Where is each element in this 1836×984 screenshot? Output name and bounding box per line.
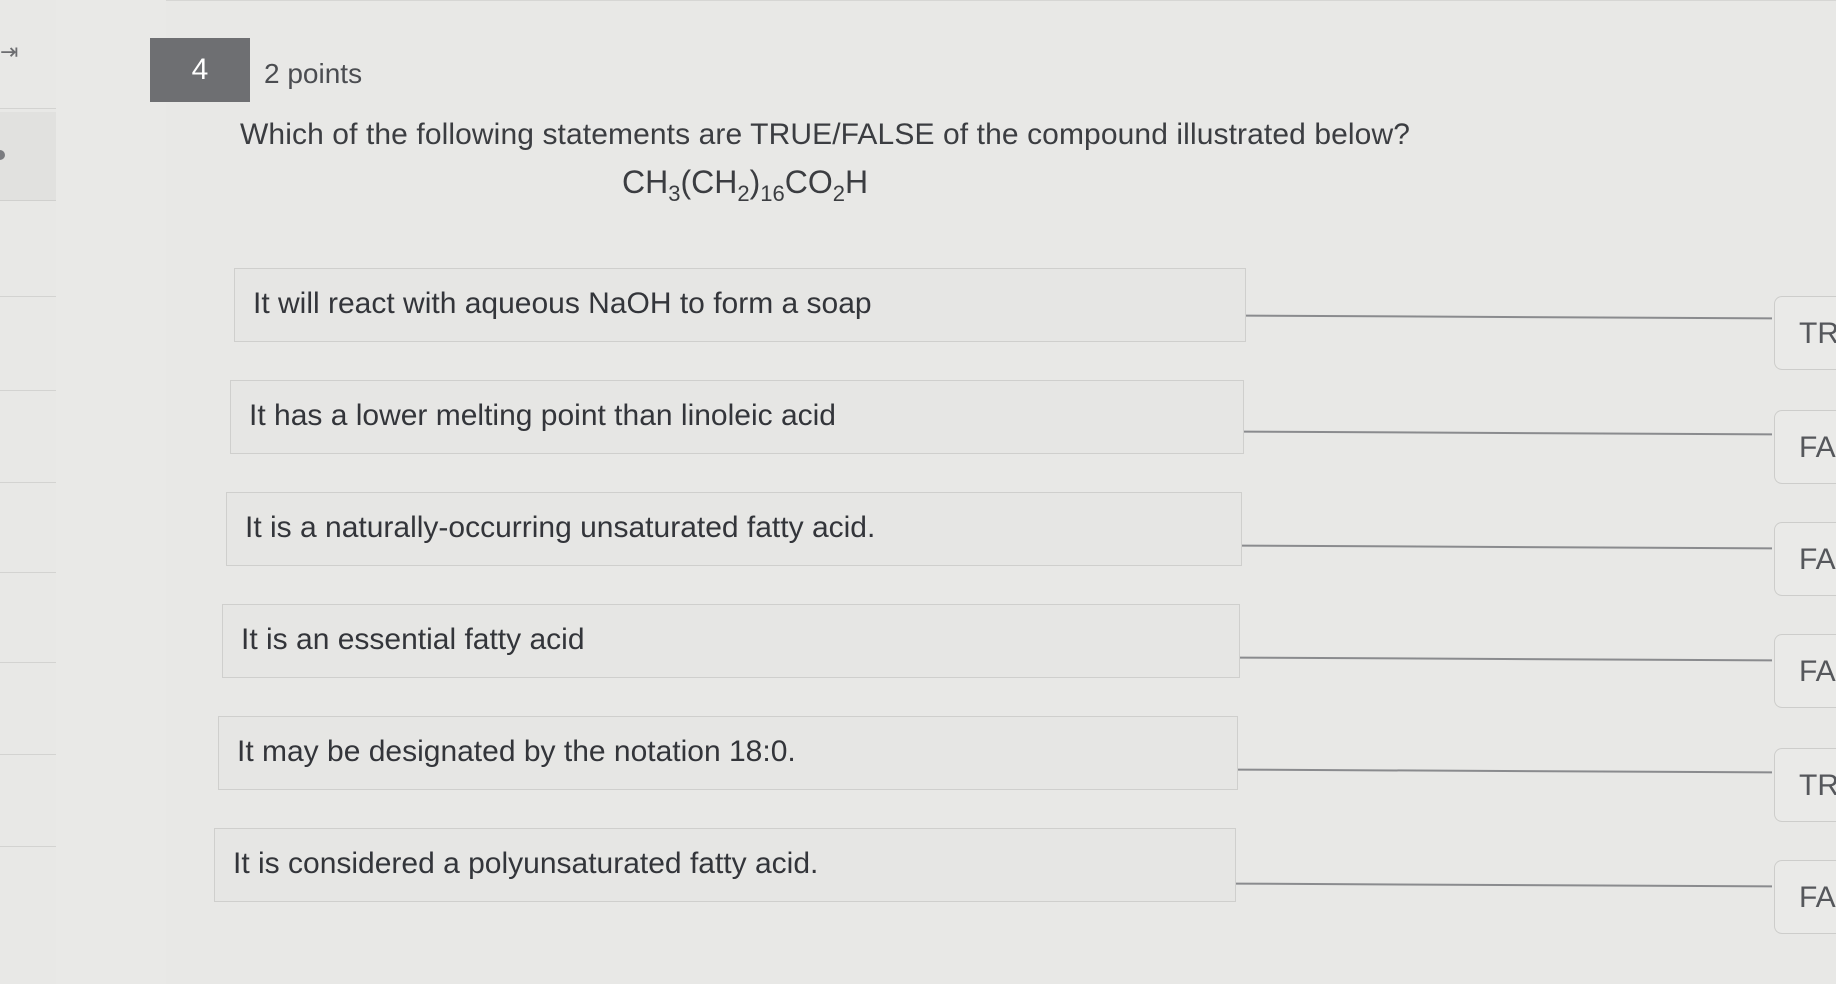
statement-item[interactable]: It may be designated by the notation 18:… xyxy=(218,716,1238,790)
answer-label: TR xyxy=(1799,769,1836,802)
statement-text: It has a lower melting point than linole… xyxy=(249,399,836,432)
rail-item-active[interactable] xyxy=(0,112,56,201)
rail-divider xyxy=(0,662,56,663)
left-rail: ⇥ xyxy=(0,0,57,984)
rail-divider xyxy=(0,482,56,483)
formula-subscript: 16 xyxy=(760,181,785,206)
answer-target[interactable]: TR xyxy=(1774,296,1836,370)
question-points: 2 points xyxy=(264,58,363,89)
statement-text: It is considered a polyunsaturated fatty… xyxy=(233,847,819,880)
rail-divider xyxy=(0,846,56,847)
rail-divider xyxy=(0,108,56,109)
formula-part: CO xyxy=(784,164,833,200)
formula-part: CH xyxy=(622,164,669,200)
answer-target[interactable]: FA xyxy=(1774,860,1836,934)
answer-label: FA xyxy=(1799,881,1836,914)
answer-label: TR xyxy=(1799,317,1836,350)
answer-label: FA xyxy=(1799,431,1836,464)
statement-text: It is a naturally-occurring unsaturated … xyxy=(245,511,876,544)
rail-divider xyxy=(0,572,56,573)
statement-item[interactable]: It has a lower melting point than linole… xyxy=(230,380,1244,454)
formula-subscript: 3 xyxy=(668,181,681,206)
compound-formula: CH3(CH2)16CO2H xyxy=(622,164,868,207)
question-text: Which of the following statements are TR… xyxy=(240,118,1411,151)
rail-divider xyxy=(0,754,56,755)
statement-text: It may be designated by the notation 18:… xyxy=(237,735,796,768)
statement-text: It will react with aqueous NaOH to form … xyxy=(253,287,872,320)
formula-subscript: 2 xyxy=(737,181,750,206)
formula-part: H xyxy=(844,164,869,200)
question-number-badge: 4 xyxy=(150,38,250,102)
answer-label: FA xyxy=(1799,655,1836,688)
question-nav-column xyxy=(56,0,167,984)
answer-target[interactable]: FA xyxy=(1774,410,1836,484)
answer-target[interactable]: FA xyxy=(1774,634,1836,708)
page: ⇥ 4 2 points Which of the following stat… xyxy=(0,0,1836,984)
statement-item[interactable]: It is a naturally-occurring unsaturated … xyxy=(226,492,1242,566)
statement-item[interactable]: It is an essential fatty acid xyxy=(222,604,1240,678)
statement-text: It is an essential fatty acid xyxy=(241,623,585,656)
rail-divider xyxy=(0,390,56,391)
rail-divider xyxy=(0,296,56,297)
statement-item[interactable]: It will react with aqueous NaOH to form … xyxy=(234,268,1246,342)
answer-label: FA xyxy=(1799,543,1836,576)
formula-part: (CH xyxy=(680,164,738,200)
collapse-sidebar-icon[interactable]: ⇥ xyxy=(0,40,22,64)
formula-part: ) xyxy=(749,164,761,200)
answer-target[interactable]: TR xyxy=(1774,748,1836,822)
formula-subscript: 2 xyxy=(832,181,845,206)
answer-target[interactable]: FA xyxy=(1774,522,1836,596)
statement-item[interactable]: It is considered a polyunsaturated fatty… xyxy=(214,828,1236,902)
